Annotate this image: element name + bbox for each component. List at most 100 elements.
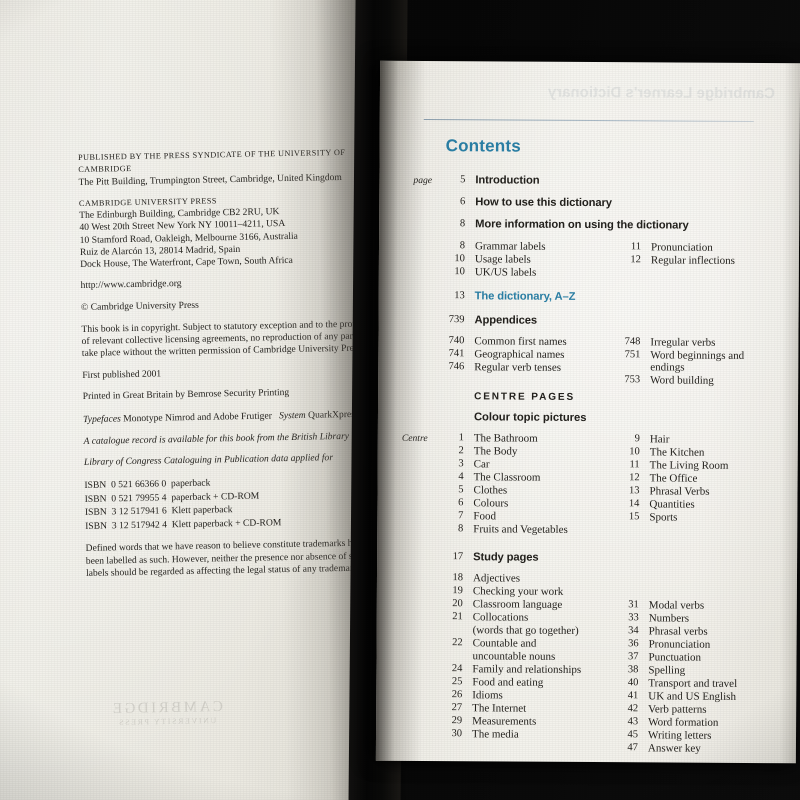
- page-title: Contents: [445, 136, 521, 156]
- toc-entry-label: Car: [473, 458, 490, 471]
- appendices-right-column: 748 Irregular verbs 751 Word beginnings …: [584, 336, 780, 388]
- toc-entry-label: Writing letters: [647, 729, 712, 742]
- toc-entry-label: The dictionary, A–Z: [474, 290, 576, 303]
- toc-page-number: 36: [628, 638, 639, 650]
- toc-entry-label: Hair: [649, 433, 670, 446]
- toc-row-the-office[interactable]: 12 The Office: [584, 472, 729, 485]
- isbn-prefix: ISBN: [84, 479, 107, 491]
- toc-row-how-to-use[interactable]: 6 How to use this dictionary: [409, 196, 781, 210]
- toc-page-number: 43: [627, 716, 639, 728]
- typefaces-value: Monotype Nimrod and Adobe Frutiger: [123, 410, 272, 425]
- toc-entry-label: Adjectives: [472, 572, 521, 585]
- toc-entry-label: Irregular verbs: [650, 336, 716, 349]
- toc-page-number: 45: [627, 729, 639, 741]
- toc-entry-label: Classroom language: [472, 598, 563, 611]
- toc-row-word-building[interactable]: 753 Word building: [584, 374, 780, 387]
- toc-entry-label: Colours: [473, 497, 509, 510]
- study-pages-list: 18 Adjectives 19 Checking your work 20 C…: [406, 572, 779, 755]
- toc-entry-label: Checking your work: [472, 585, 564, 598]
- toc-row-transport-and-travel[interactable]: 40 Transport and travel: [582, 677, 737, 690]
- toc-row-word-beginnings-endings[interactable]: 751 Word beginnings and endings: [584, 349, 780, 374]
- toc-row-writing-letters[interactable]: 45 Writing letters: [582, 729, 737, 742]
- toc-entry-label: Common first names: [474, 335, 567, 348]
- toc-page-number: 748: [624, 336, 641, 348]
- toc-row-quantities[interactable]: 14 Quantities: [583, 498, 728, 511]
- toc-page-number: 751: [624, 349, 641, 361]
- toc-page-number: 13: [628, 485, 640, 497]
- toc-row-modal-verbs[interactable]: 31 Modal verbs: [583, 599, 738, 612]
- colour-topic-list: Centre 1 The Bathroom 2 The Body 3 Car: [402, 432, 780, 537]
- toc-entry-label: The Body: [473, 445, 518, 458]
- toc-row-fruits-and-vegetables[interactable]: 8 Fruits and Vegetables: [407, 523, 779, 537]
- toc-row-more-information[interactable]: 8 More information on using the dictiona…: [409, 218, 781, 232]
- toc-entry-label: Answer key: [647, 742, 701, 755]
- toc-row-answer-key[interactable]: 47 Answer key: [582, 742, 737, 755]
- study-pages-right-column: 31 Modal verbs 33 Numbers 34 Phrasal ver…: [582, 599, 738, 756]
- toc-entry-label: (words that go together): [472, 624, 579, 637]
- toc-row-pronunciation-study[interactable]: 36 Pronunciation: [583, 638, 738, 651]
- toc-entry-label: Sports: [649, 511, 678, 524]
- cambridge-logo-bleedthrough: CAMBRIDGE UNIVERSITY PRESS: [71, 698, 262, 754]
- toc-row-pronunciation[interactable]: 11 Pronunciation: [585, 241, 735, 254]
- toc-entry-label: Food: [473, 510, 497, 523]
- toc-page-number: 10: [629, 446, 640, 458]
- toc-page-number: 15: [628, 511, 640, 523]
- toc-entry-label: Usage labels: [474, 253, 531, 266]
- toc-page-number: 31: [628, 599, 639, 611]
- toc-row-hair[interactable]: 9 Hair: [584, 433, 729, 446]
- more-information-subentries: 8 Grammar labels 10 Usage labels 10 UK/U…: [409, 240, 781, 280]
- toc-row-dictionary-a-z[interactable]: 13 The dictionary, A–Z: [409, 290, 781, 304]
- toc-row-checking-your-work[interactable]: 19 Checking your work: [407, 585, 779, 599]
- toc-entry-label: More information on using the dictionary: [475, 218, 689, 232]
- isbn-prefix: ISBN: [84, 506, 107, 519]
- toc-entry-label: The Living Room: [649, 459, 729, 472]
- isbn-number: 0 521 79955 4: [111, 491, 167, 505]
- toc-entry-label: Appendices: [474, 314, 538, 327]
- toc-entry-label: Introduction: [475, 174, 540, 187]
- table-of-contents: Contents page 5 Introduction 6 How to us…: [402, 118, 782, 755]
- colour-topic-pictures-heading: Colour topic pictures: [473, 411, 587, 424]
- toc-entry-label: Study pages: [473, 551, 539, 564]
- toc-row-verb-patterns[interactable]: 42 Verb patterns: [582, 703, 737, 716]
- isbn-format: Klett paperback + CD-ROM: [171, 516, 282, 531]
- right-page-contents: Cambridge Learner's Dictionary Contents …: [375, 60, 800, 764]
- toc-row-phrasal-verbs-colour[interactable]: 13 Phrasal Verbs: [583, 485, 728, 498]
- appendices-subentries: 740 Common first names 741 Geographical …: [408, 335, 780, 387]
- isbn-number: 0 521 66366 0: [110, 478, 167, 491]
- toc-row-uk-and-us-english[interactable]: 41 UK and US English: [582, 690, 737, 703]
- toc-page-number: 11: [629, 459, 640, 471]
- toc-entry-label: The Bathroom: [473, 432, 538, 445]
- toc-page-number: 34: [628, 625, 639, 637]
- toc-page-number: 9: [634, 433, 640, 445]
- toc-row-study-pages[interactable]: 17 Study pages: [407, 551, 779, 565]
- toc-row-appendices[interactable]: 739 Appendices: [409, 314, 781, 328]
- toc-entry-label: The media: [471, 728, 519, 741]
- isbn-format: paperback + CD-ROM: [171, 490, 260, 503]
- toc-row-numbers[interactable]: 33 Numbers: [583, 612, 738, 625]
- isbn-format: paperback: [170, 477, 211, 490]
- toc-row-introduction[interactable]: page 5 Introduction: [409, 174, 781, 188]
- toc-row-phrasal-verbs-study[interactable]: 34 Phrasal verbs: [583, 625, 738, 638]
- toc-entry-label: How to use this dictionary: [475, 196, 612, 210]
- toc-row-spelling[interactable]: 38 Spelling: [582, 664, 737, 677]
- toc-entry-label: Regular inflections: [650, 254, 735, 267]
- toc-entry-label: Phrasal verbs: [648, 625, 708, 638]
- toc-row-irregular-verbs[interactable]: 748 Irregular verbs: [584, 336, 780, 349]
- toc-row-the-living-room[interactable]: 11 The Living Room: [584, 459, 729, 472]
- toc-page-number: 11: [630, 241, 642, 253]
- toc-row-word-formation[interactable]: 43 Word formation: [582, 716, 737, 729]
- toc-row-adjectives[interactable]: 18 Adjectives: [407, 572, 779, 586]
- toc-page-number: 38: [627, 664, 639, 676]
- toc-row-regular-inflections[interactable]: 12 Regular inflections: [585, 254, 735, 267]
- toc-row-punctuation[interactable]: 37 Punctuation: [582, 651, 737, 664]
- isbn-number: 3 12 517942 4: [111, 519, 168, 532]
- toc-entry-label: Clothes: [473, 484, 508, 497]
- book-photo: PUBLISHED BY THE PRESS SYNDICATE OF THE …: [0, 0, 800, 800]
- toc-page-number: 14: [628, 498, 640, 510]
- toc-row-uk-us-labels[interactable]: 10 UK/US labels: [409, 266, 781, 280]
- more-info-right-column: 11 Pronunciation 12 Regular inflections: [585, 241, 735, 268]
- toc-entry-label: Word building: [650, 374, 714, 387]
- toc-row-the-kitchen[interactable]: 10 The Kitchen: [584, 446, 729, 459]
- toc-entry-label: The Kitchen: [649, 446, 705, 459]
- toc-row-sports[interactable]: 15 Sports: [583, 511, 728, 524]
